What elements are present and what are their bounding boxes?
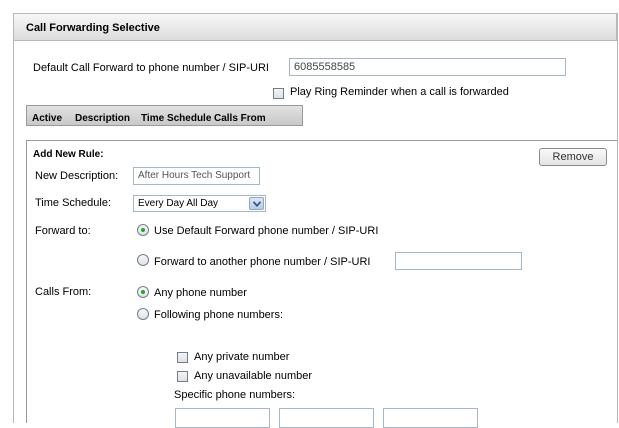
remove-button[interactable]: Remove bbox=[539, 148, 607, 166]
description-label: New Description: bbox=[35, 170, 119, 182]
forward-other-label: Forward to another phone number / SIP-UR… bbox=[154, 256, 371, 268]
column-description[interactable]: Description bbox=[75, 113, 130, 124]
forward-default-radio[interactable] bbox=[137, 224, 149, 236]
description-input[interactable]: After Hours Tech Support bbox=[133, 167, 260, 185]
default-forward-label: Default Call Forward to phone number / S… bbox=[33, 62, 269, 74]
column-calls-from[interactable]: Calls From bbox=[214, 113, 266, 124]
chevron-down-icon[interactable] bbox=[249, 197, 264, 210]
calls-from-following-radio[interactable] bbox=[137, 308, 149, 320]
calls-from-any-label: Any phone number bbox=[154, 287, 247, 299]
forward-other-input[interactable] bbox=[395, 252, 522, 270]
ring-reminder-checkbox[interactable] bbox=[273, 88, 284, 99]
forward-default-label: Use Default Forward phone number / SIP-U… bbox=[154, 225, 379, 237]
forward-other-radio[interactable] bbox=[137, 254, 149, 266]
ring-reminder-label: Play Ring Reminder when a call is forwar… bbox=[290, 86, 509, 98]
page-title: Call Forwarding Selective bbox=[26, 22, 160, 34]
add-rule-box bbox=[26, 140, 617, 423]
any-unavailable-label: Any unavailable number bbox=[194, 370, 313, 382]
specific-number-input-2[interactable] bbox=[279, 408, 374, 428]
any-private-label: Any private number bbox=[194, 351, 290, 363]
calls-from-any-radio[interactable] bbox=[137, 286, 149, 298]
schedule-select[interactable]: Every Day All Day bbox=[133, 195, 266, 212]
calls-from-label: Calls From: bbox=[35, 286, 92, 298]
forward-to-label: Forward to: bbox=[35, 225, 91, 237]
specific-number-input-3[interactable] bbox=[383, 408, 478, 428]
specific-number-input-1[interactable] bbox=[175, 408, 270, 428]
schedule-select-value: Every Day All Day bbox=[138, 198, 219, 209]
any-private-checkbox[interactable] bbox=[177, 352, 188, 363]
any-unavailable-checkbox[interactable] bbox=[177, 371, 188, 382]
schedule-label: Time Schedule: bbox=[35, 197, 112, 209]
column-active[interactable]: Active bbox=[32, 113, 62, 124]
calls-from-following-label: Following phone numbers: bbox=[154, 309, 284, 321]
column-time-schedule[interactable]: Time Schedule bbox=[141, 113, 211, 124]
add-rule-title: Add New Rule: bbox=[33, 149, 104, 160]
default-forward-input[interactable]: 6085558585 bbox=[289, 58, 566, 76]
specific-numbers-label: Specific phone numbers: bbox=[174, 389, 296, 401]
